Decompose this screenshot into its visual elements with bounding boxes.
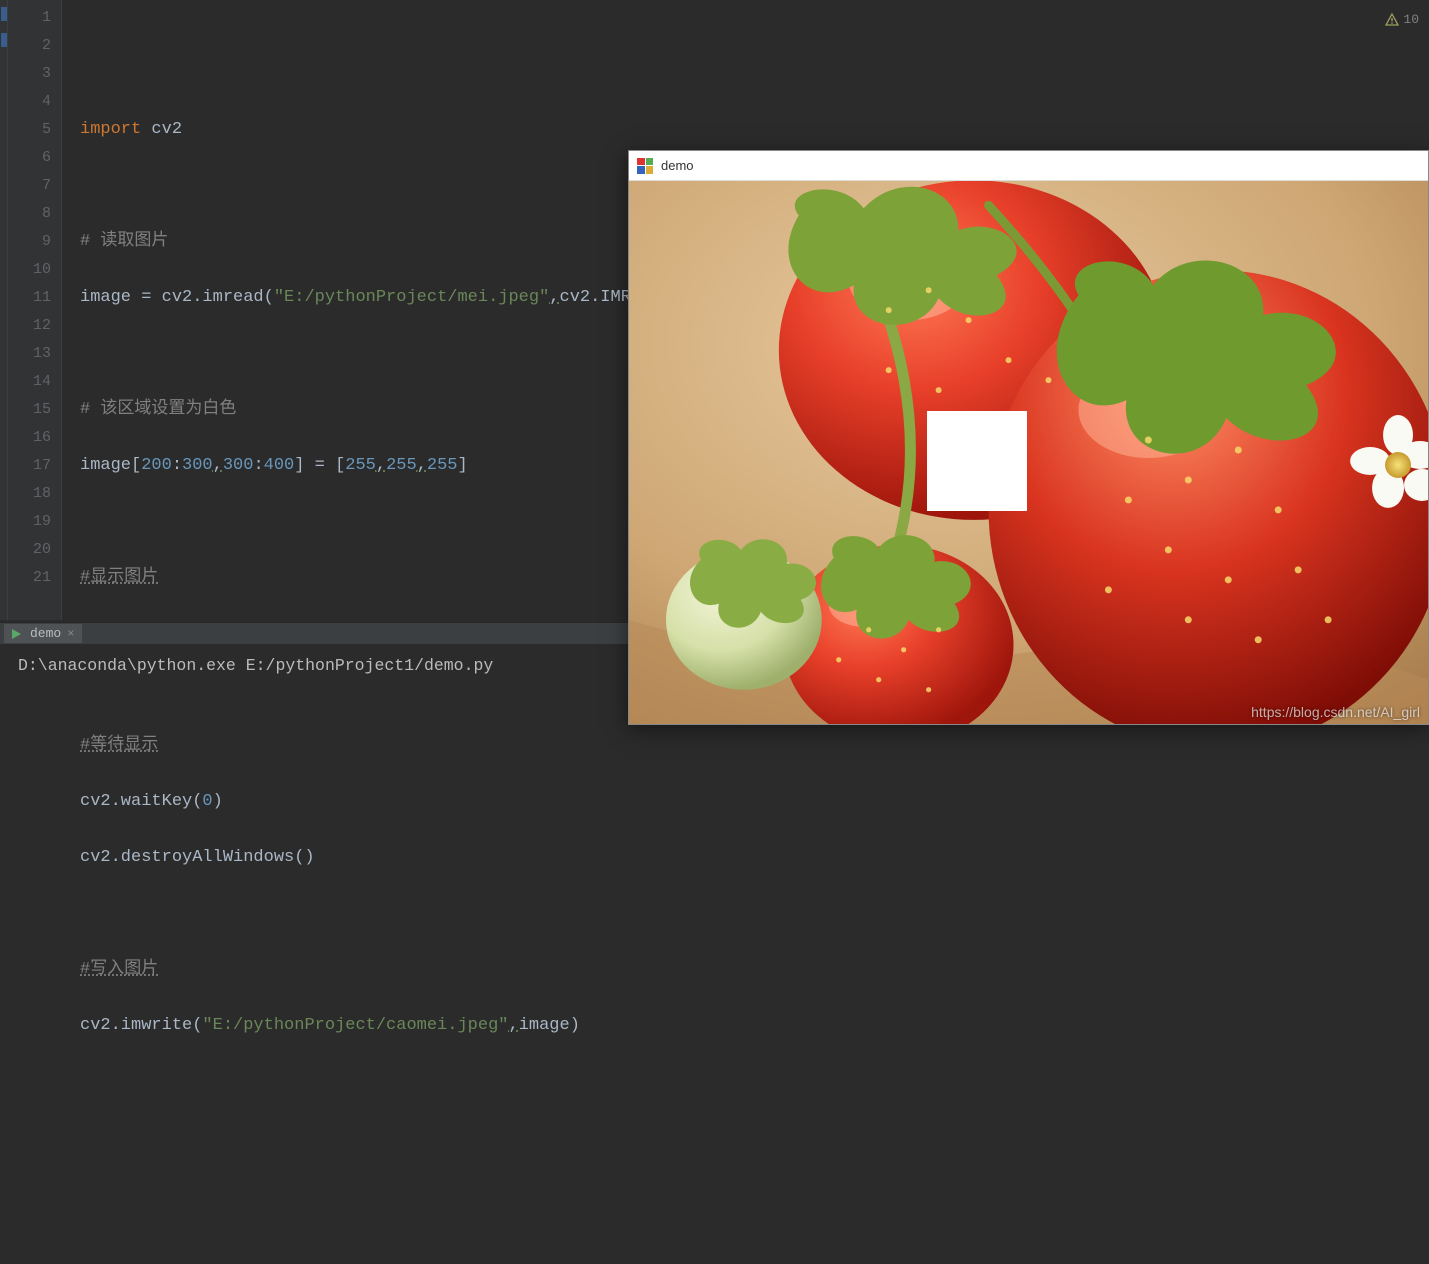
line-number[interactable]: 1 <box>8 4 51 32</box>
line-number[interactable]: 16 <box>8 424 51 452</box>
line-number[interactable]: 8 <box>8 200 51 228</box>
run-tab[interactable]: demo × <box>4 624 82 643</box>
line-number[interactable]: 15 <box>8 396 51 424</box>
code-line[interactable] <box>80 1180 1429 1208</box>
close-icon[interactable]: × <box>67 627 74 641</box>
run-tab-label: demo <box>30 626 61 641</box>
line-number[interactable]: 18 <box>8 480 51 508</box>
run-icon <box>12 628 24 640</box>
code-line[interactable]: cv2.imwrite("E:/pythonProject/caomei.jpe… <box>80 1012 1429 1040</box>
line-number[interactable]: 7 <box>8 172 51 200</box>
line-number[interactable]: 20 <box>8 536 51 564</box>
line-number[interactable]: 12 <box>8 312 51 340</box>
strawberry-image <box>629 181 1428 724</box>
code-line[interactable] <box>80 900 1429 928</box>
watermark-text: https://blog.csdn.net/AI_girl <box>1251 704 1420 720</box>
inspection-badge[interactable]: 10 <box>1385 6 1419 34</box>
app-icon <box>637 158 653 174</box>
line-number[interactable]: 6 <box>8 144 51 172</box>
white-pixel-block <box>927 411 1027 511</box>
line-number[interactable]: 3 <box>8 60 51 88</box>
code-line[interactable]: #写入图片 <box>80 956 1429 984</box>
code-line[interactable] <box>80 1068 1429 1096</box>
line-number[interactable]: 17 <box>8 452 51 480</box>
line-number[interactable]: 4 <box>8 88 51 116</box>
line-number[interactable]: 13 <box>8 340 51 368</box>
warning-count: 10 <box>1403 6 1419 34</box>
line-number[interactable]: 2 <box>8 32 51 60</box>
line-number[interactable]: 5 <box>8 116 51 144</box>
code-line[interactable]: cv2.waitKey(0) <box>80 788 1429 816</box>
window-title: demo <box>661 158 694 173</box>
editor-margin <box>0 0 8 620</box>
line-gutter[interactable]: 1 2 3 4 5 6 7 8 9 10 11 12 13 14 15 16 1… <box>8 0 62 620</box>
warning-icon <box>1385 13 1399 27</box>
code-line[interactable]: import cv2 <box>80 116 1429 144</box>
code-line[interactable]: cv2.destroyAllWindows() <box>80 844 1429 872</box>
bookmark-icon[interactable] <box>1 7 7 21</box>
line-number[interactable]: 19 <box>8 508 51 536</box>
line-number[interactable]: 11 <box>8 284 51 312</box>
code-line[interactable] <box>80 60 1429 88</box>
line-number[interactable]: 21 <box>8 564 51 592</box>
line-number[interactable]: 10 <box>8 256 51 284</box>
code-line[interactable] <box>80 1124 1429 1152</box>
line-number[interactable]: 9 <box>8 228 51 256</box>
window-titlebar[interactable]: demo <box>629 151 1428 181</box>
bookmark-icon[interactable] <box>1 33 7 47</box>
image-canvas: https://blog.csdn.net/AI_girl <box>629 181 1428 724</box>
line-number[interactable]: 14 <box>8 368 51 396</box>
opencv-window[interactable]: demo <box>628 150 1429 725</box>
code-line[interactable]: #等待显示 <box>80 732 1429 760</box>
